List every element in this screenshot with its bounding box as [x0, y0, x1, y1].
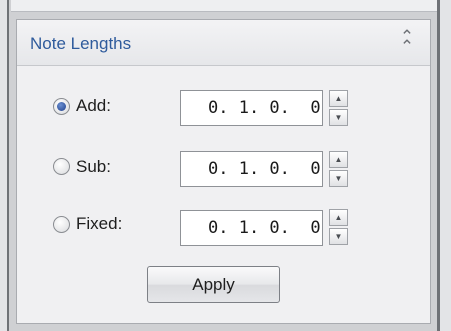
sub-spinner: ▲ ▼	[329, 151, 348, 187]
add-row: Add: 0. 1. 0. 0 ▲ ▼	[17, 86, 430, 130]
previous-panel-edge	[11, 0, 437, 12]
sub-increment-button[interactable]: ▲	[329, 151, 348, 168]
sub-label: Sub:	[76, 157, 111, 176]
add-radio[interactable]	[53, 98, 70, 115]
panel-header[interactable]: Note Lengths ⌃ ⌃	[17, 20, 430, 66]
radio-selected-dot	[57, 102, 66, 111]
add-label: Add:	[76, 96, 111, 115]
add-increment-button[interactable]: ▲	[329, 90, 348, 107]
right-border	[437, 0, 451, 331]
fixed-decrement-button[interactable]: ▼	[329, 228, 348, 245]
add-decrement-button[interactable]: ▼	[329, 109, 348, 126]
fixed-spinner: ▲ ▼	[329, 209, 348, 245]
window-frame: Note Lengths ⌃ ⌃ Add: 0. 1. 0. 0 ▲ ▼ Sub:…	[0, 0, 451, 331]
left-border	[0, 0, 9, 331]
note-lengths-panel: Note Lengths ⌃ ⌃ Add: 0. 1. 0. 0 ▲ ▼ Sub:…	[16, 19, 431, 324]
chevron-double-up-icon[interactable]: ⌃ ⌃	[398, 28, 416, 55]
add-spinner: ▲ ▼	[329, 90, 348, 126]
panel-title: Note Lengths	[30, 34, 132, 53]
add-value-field[interactable]: 0. 1. 0. 0	[180, 90, 323, 126]
fixed-radio[interactable]	[53, 216, 70, 233]
sub-radio[interactable]	[53, 158, 70, 175]
sub-value-field[interactable]: 0. 1. 0. 0	[180, 151, 323, 187]
sub-row: Sub: 0. 1. 0. 0 ▲ ▼	[17, 147, 430, 191]
fixed-row: Fixed: 0. 1. 0. 0 ▲ ▼	[17, 205, 430, 249]
apply-button[interactable]: Apply	[147, 266, 280, 303]
sub-decrement-button[interactable]: ▼	[329, 170, 348, 187]
fixed-increment-button[interactable]: ▲	[329, 209, 348, 226]
fixed-value-field[interactable]: 0. 1. 0. 0	[180, 210, 323, 246]
fixed-label: Fixed:	[76, 214, 123, 233]
